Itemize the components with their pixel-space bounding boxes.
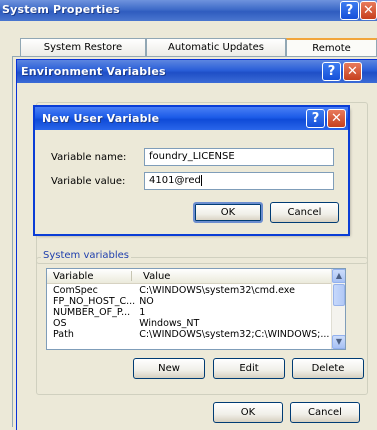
environment-variables-title: Environment Variables xyxy=(21,65,166,78)
row-value: 1 xyxy=(139,307,146,318)
row-variable: NUMBER_OF_P... xyxy=(53,307,131,318)
system-variables-list[interactable]: Variable Value ComSpec C:\WINDOWS\system3… xyxy=(46,268,346,350)
table-row[interactable]: ComSpec C:\WINDOWS\system32\cmd.exe xyxy=(51,285,331,296)
new-user-variable-dialog: New User Variable ? ✕ Variable name: fou… xyxy=(35,107,348,234)
tab-system-restore[interactable]: System Restore xyxy=(20,38,146,56)
table-row[interactable]: NUMBER_OF_P... 1 xyxy=(51,307,331,318)
ok-button[interactable]: OK xyxy=(213,402,283,423)
environment-variables-titlebar[interactable]: Environment Variables ? ✕ xyxy=(17,60,377,83)
cancel-button[interactable]: Cancel xyxy=(270,202,339,223)
list-header: Variable Value xyxy=(47,269,331,284)
variable-name-input[interactable]: foundry_LICENSE xyxy=(144,148,334,166)
row-variable: FP_NO_HOST_C... xyxy=(53,296,136,307)
variable-value-text: 4101@red xyxy=(149,175,201,186)
scroll-thumb[interactable] xyxy=(333,284,345,306)
text-cursor xyxy=(200,174,202,186)
cancel-button[interactable]: Cancel xyxy=(290,402,360,423)
variable-value-label: Variable value: xyxy=(51,176,126,187)
scroll-down-icon[interactable]: ▼ xyxy=(332,335,345,349)
new-button[interactable]: New xyxy=(133,358,205,379)
table-row[interactable]: Path C:\WINDOWS\system32;C:\WINDOWS;... xyxy=(51,329,331,340)
row-value: C:\WINDOWS\system32;C:\WINDOWS;... xyxy=(139,329,330,340)
help-icon[interactable]: ? xyxy=(306,109,325,128)
table-row[interactable]: OS Windows_NT xyxy=(51,318,331,329)
row-value: NO xyxy=(139,296,154,307)
variable-name-label: Variable name: xyxy=(51,152,127,163)
help-icon[interactable]: ? xyxy=(322,62,341,81)
row-value: Windows_NT xyxy=(139,318,200,329)
system-variables-legend: System variables xyxy=(41,250,132,261)
system-properties-titlebar[interactable]: System Properties ? ✕ xyxy=(0,0,377,21)
row-variable: Path xyxy=(53,329,74,340)
column-header-variable[interactable]: Variable xyxy=(53,271,94,282)
edit-button[interactable]: Edit xyxy=(213,358,285,379)
close-icon[interactable]: ✕ xyxy=(360,1,377,20)
column-divider xyxy=(131,271,132,281)
scroll-up-icon[interactable]: ▲ xyxy=(332,269,345,283)
row-value: C:\WINDOWS\system32\cmd.exe xyxy=(139,285,295,296)
variable-value-input[interactable]: 4101@red xyxy=(144,172,334,190)
close-icon[interactable]: ✕ xyxy=(343,62,362,81)
row-variable: OS xyxy=(53,318,67,329)
tab-automatic-updates[interactable]: Automatic Updates xyxy=(146,38,286,56)
row-variable: ComSpec xyxy=(53,285,98,296)
new-user-variable-title: New User Variable xyxy=(42,112,160,125)
vertical-scrollbar[interactable]: ▲ ▼ xyxy=(331,269,345,349)
tab-remote[interactable]: Remote xyxy=(286,38,377,56)
new-user-variable-titlebar[interactable]: New User Variable ? ✕ xyxy=(35,107,348,130)
table-row[interactable]: FP_NO_HOST_C... NO xyxy=(51,296,331,307)
help-icon[interactable]: ? xyxy=(340,1,359,20)
tab-strip: System Restore Automatic Updates Remote xyxy=(20,38,377,56)
close-icon[interactable]: ✕ xyxy=(327,109,346,128)
ok-button[interactable]: OK xyxy=(193,202,263,223)
system-variables-table: ComSpec C:\WINDOWS\system32\cmd.exe FP_NO… xyxy=(51,285,331,340)
delete-button[interactable]: Delete xyxy=(292,358,364,379)
column-header-value[interactable]: Value xyxy=(143,271,170,282)
system-properties-title: System Properties xyxy=(2,3,120,16)
